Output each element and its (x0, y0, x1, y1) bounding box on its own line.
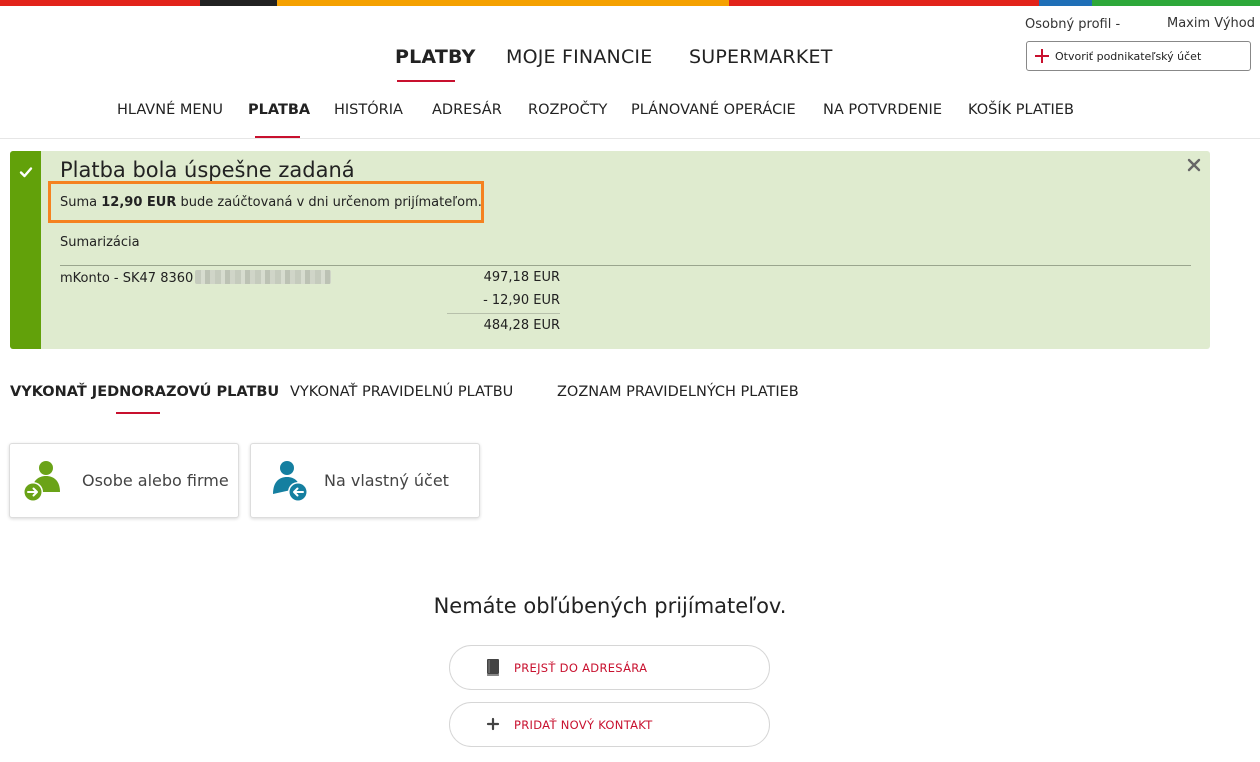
alert-message: Suma 12,90 EUR bude zaúčtovaná v dni urč… (60, 195, 482, 210)
payment-amount: - 12,90 EUR (483, 293, 560, 308)
sub-nav-adresar[interactable]: ADRESÁR (432, 102, 502, 118)
tab-recurring-list[interactable]: ZOZNAM PRAVIDELNÝCH PLATIEB (557, 384, 799, 400)
sub-nav-hlavne-menu[interactable]: HLAVNÉ MENU (117, 102, 223, 118)
checkmark-icon (19, 167, 33, 178)
main-nav-active-indicator (397, 80, 455, 82)
pay-person-or-company-tile[interactable]: Osobe alebo firme (9, 443, 239, 518)
redacted-account-digits (195, 270, 332, 284)
profile-label[interactable]: Osobný profil - (1025, 17, 1120, 32)
sub-nav-planovane-operacie[interactable]: PLÁNOVANÉ OPERÁCIE (631, 102, 796, 118)
balance-before: 497,18 EUR (483, 270, 560, 285)
add-new-contact-button[interactable]: PRIDAŤ NOVÝ KONTAKT (449, 702, 770, 747)
alert-title: Platba bola úspešne zadaná (60, 158, 355, 182)
payment-success-alert: Platba bola úspešne zadaná Suma 12,90 EU… (10, 151, 1210, 349)
tab-recurring-payment[interactable]: VYKONAŤ PRAVIDELNÚ PLATBU (290, 384, 513, 400)
summary-account: mKonto - SK47 8360 (60, 270, 332, 286)
person-arrow-left-icon (273, 461, 308, 502)
amount-divider (447, 313, 560, 314)
alert-stripe (10, 151, 41, 349)
sub-nav-historia[interactable]: HISTÓRIA (334, 102, 403, 118)
brand-color-bar (0, 0, 1260, 6)
person-arrow-right-icon (23, 461, 60, 502)
pay-own-account-tile[interactable]: Na vlastný účet (250, 443, 480, 518)
main-nav-supermarket[interactable]: SUPERMARKET (689, 46, 833, 68)
summary-divider (60, 265, 1191, 266)
main-nav-platby[interactable]: PLATBY (395, 46, 476, 68)
main-nav-moje-financie[interactable]: MOJE FINANCIE (506, 46, 652, 68)
sub-nav-platba[interactable]: PLATBA (248, 102, 310, 118)
pay-person-or-company-label: Osobe alebo firme (82, 471, 229, 490)
sub-nav-na-potvrdenie[interactable]: NA POTVRDENIE (823, 102, 942, 118)
nav-divider (0, 138, 1260, 139)
tab-single-payment[interactable]: VYKONAŤ JEDNORAZOVÚ PLATBU (10, 384, 279, 400)
payment-tabs: VYKONAŤ JEDNORAZOVÚ PLATBU VYKONAŤ PRAVI… (0, 384, 1260, 416)
sub-nav-rozpocty[interactable]: ROZPOČTY (528, 102, 607, 118)
balance-after: 484,28 EUR (483, 318, 560, 333)
go-to-address-book-button[interactable]: PREJSŤ DO ADRESÁRA (449, 645, 770, 690)
payment-tab-active-indicator (116, 412, 160, 414)
go-to-address-book-label: PREJSŤ DO ADRESÁRA (514, 661, 648, 675)
alert-message-suffix: bude zaúčtovaná v dni určenom prijímateľ… (176, 195, 482, 210)
summary-label: Sumarizácia (60, 235, 140, 250)
alert-message-amount: 12,90 EUR (101, 195, 177, 210)
sub-nav-kosik-platieb[interactable]: KOŠÍK PLATIEB (968, 102, 1074, 118)
sub-nav: HLAVNÉ MENU PLATBA HISTÓRIA ADRESÁR ROZP… (0, 102, 1260, 138)
close-icon[interactable] (1186, 157, 1202, 173)
summary-account-number: mKonto - SK47 8360 (60, 271, 194, 286)
add-new-contact-label: PRIDAŤ NOVÝ KONTAKT (514, 718, 653, 732)
pay-own-account-label: Na vlastný účet (324, 471, 449, 490)
plus-icon (486, 717, 500, 731)
no-favorites-title: Nemáte obľúbených prijímateľov. (433, 594, 787, 618)
alert-message-prefix: Suma (60, 195, 102, 210)
book-icon (487, 659, 499, 676)
main-nav: PLATBY MOJE FINANCIE SUPERMARKET (0, 46, 1260, 86)
profile-user-name[interactable]: Maxim Výhod (1167, 16, 1255, 31)
